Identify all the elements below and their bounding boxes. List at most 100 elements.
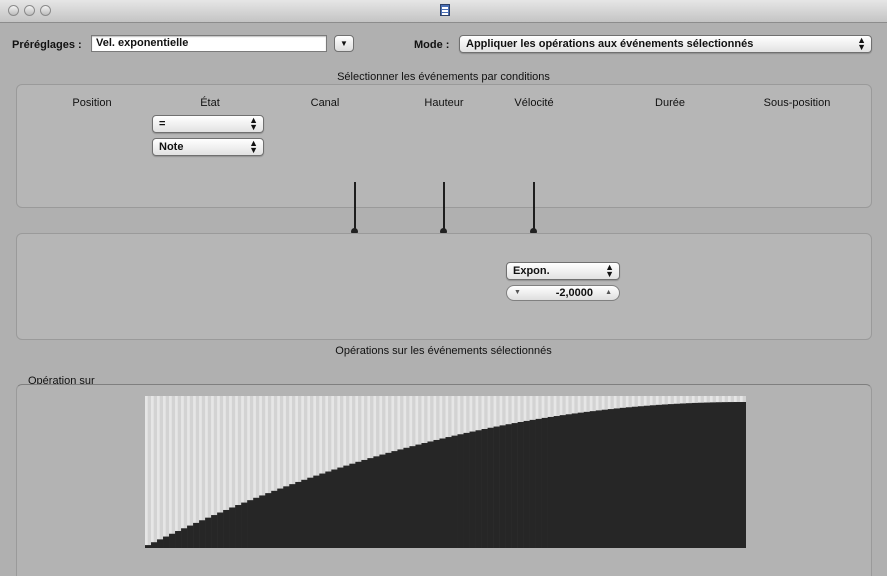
graph-bar [439, 438, 446, 548]
graph-bar [613, 408, 621, 548]
graph-bar [403, 447, 410, 548]
graph-bar [577, 412, 585, 548]
graph-bar [307, 477, 314, 548]
velocity-operation-value: Expon. [513, 265, 550, 277]
graph-bar [247, 500, 254, 548]
graph-bar [559, 415, 566, 548]
transform-window: Préréglages : Vel. exponentielle ▼ Mode … [0, 0, 887, 576]
close-button[interactable] [8, 5, 19, 16]
graph-bar [337, 467, 344, 548]
presets-label: Préréglages : [12, 39, 82, 51]
graph-bar [241, 502, 248, 548]
state-value: Note [159, 141, 184, 153]
graph-bar [271, 490, 278, 548]
zoom-button[interactable] [40, 5, 51, 16]
graph-bar [487, 427, 494, 548]
graph-bar [265, 493, 272, 548]
graph-bar [205, 517, 212, 548]
chevron-down-icon: ▼ [340, 39, 348, 48]
graph-bar [505, 424, 512, 548]
title-bar[interactable] [0, 0, 887, 23]
column-subposition: Sous-position [763, 97, 831, 109]
graph-bar [565, 414, 573, 548]
graph-stripe [169, 396, 172, 548]
increment-icon[interactable]: ▲ [605, 286, 612, 300]
graph-bar [703, 402, 711, 548]
graph-stripe [145, 396, 148, 548]
graph-bar [301, 479, 308, 548]
graph-bar [595, 410, 603, 548]
graph-bar [463, 432, 470, 548]
mode-label: Mode : [414, 39, 450, 51]
graph-bar [619, 407, 627, 548]
transform-graph[interactable] [145, 396, 746, 548]
graph-bar [409, 446, 416, 548]
graph-bar [553, 416, 560, 548]
graph-bar [421, 443, 428, 548]
column-velocity: Vélocité [514, 97, 554, 109]
state-value-popup[interactable]: Note ▲ ▼ [152, 138, 264, 156]
state-condition-popup[interactable]: = ▲ ▼ [152, 115, 264, 133]
graph-bar [637, 406, 645, 548]
document-icon [440, 4, 450, 16]
graph-stripe [181, 396, 184, 548]
graph-bar [385, 452, 392, 548]
velocity-value-stepper[interactable]: ▼ -2,0000 ▲ [506, 285, 620, 301]
graph-bar [643, 405, 651, 548]
graph-bar [169, 533, 176, 548]
graph-bar [199, 520, 206, 548]
minimize-button[interactable] [24, 5, 35, 16]
graph-bar [367, 458, 374, 548]
graph-bar [325, 471, 332, 548]
graph-bar [679, 403, 687, 548]
state-condition-value: = [159, 118, 166, 130]
graph-bar [583, 411, 591, 548]
graph-bar [283, 486, 290, 548]
graph-bar [445, 437, 452, 548]
graph-bar [457, 434, 464, 548]
graph-bar [517, 421, 524, 548]
graph-bar [673, 403, 681, 548]
graph-bar [685, 403, 693, 548]
velocity-value: -2,0000 [555, 287, 593, 299]
graph-bar [181, 528, 188, 548]
graph-stripe [175, 396, 178, 548]
graph-bar [631, 406, 639, 548]
graph-bar [187, 525, 194, 548]
graph-bar [625, 407, 633, 548]
graph-bar [391, 451, 398, 548]
graph-bar [193, 522, 200, 548]
graph-bar [163, 536, 170, 548]
updown-arrows-icon: ▲ ▼ [605, 262, 614, 279]
graph-bar [433, 439, 440, 548]
velocity-operation-popup[interactable]: Expon. ▲ ▼ [506, 262, 620, 280]
graph-bar [175, 531, 182, 548]
graph-bar [229, 507, 236, 548]
graph-bar [157, 539, 164, 548]
graph-bar [469, 431, 476, 548]
selection-title: Sélectionner les événements par conditio… [337, 71, 550, 83]
graph-bar [547, 416, 554, 548]
graph-bar [535, 418, 542, 548]
graph-bar [529, 419, 536, 548]
graph-bar [277, 488, 284, 548]
graph-bar [649, 405, 657, 548]
mode-popup[interactable]: Appliquer les opérations aux événements … [459, 35, 872, 53]
graph-bar [253, 497, 260, 548]
updown-arrows-icon: ▲ ▼ [249, 138, 258, 155]
graph-bar [727, 402, 735, 548]
graph-bar [655, 404, 663, 548]
graph-bar [217, 512, 224, 548]
graph-bar [691, 402, 699, 548]
presets-menu-button[interactable]: ▼ [334, 35, 354, 52]
graph-bar [733, 402, 741, 548]
graph-bar [715, 402, 723, 548]
graph-bar [697, 402, 705, 548]
presets-field[interactable]: Vel. exponentielle [91, 35, 327, 52]
graph-bar [607, 409, 615, 548]
column-length: Durée [655, 97, 685, 109]
graph-bar [667, 404, 675, 548]
decrement-icon[interactable]: ▼ [514, 286, 521, 300]
graph-bar [721, 402, 729, 548]
graph-bar [481, 429, 488, 548]
